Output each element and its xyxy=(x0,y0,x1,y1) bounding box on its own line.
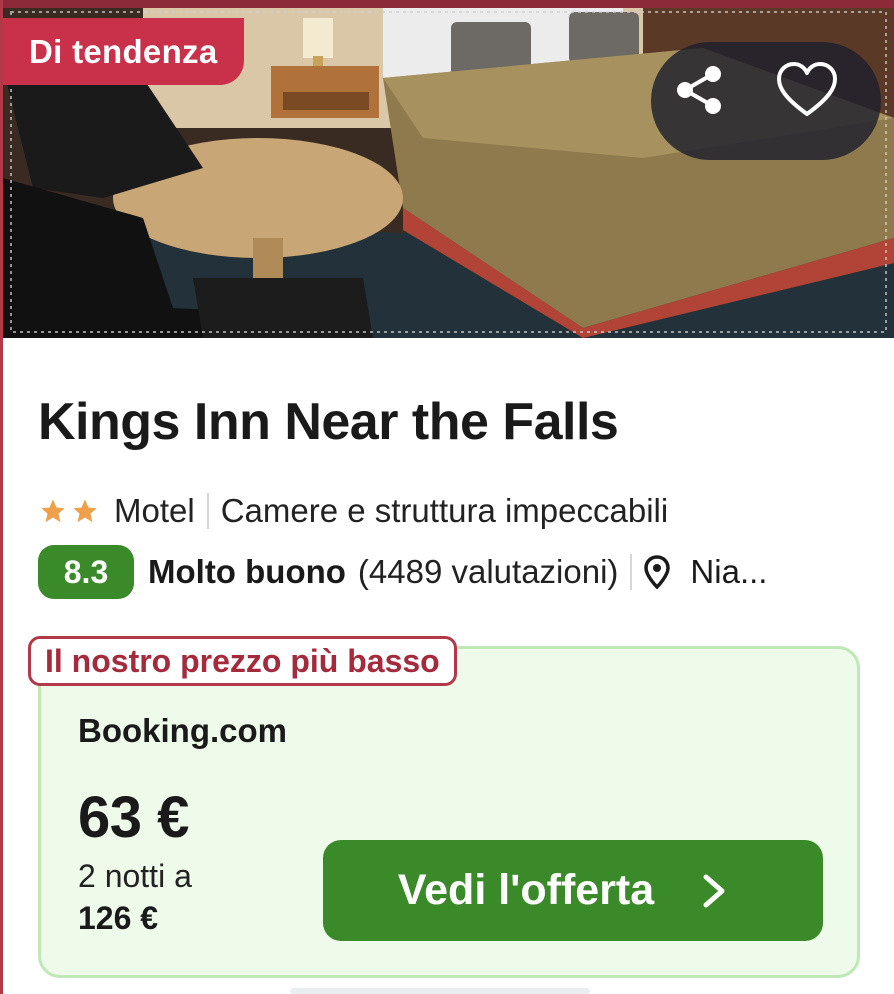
card-left-border xyxy=(0,0,3,994)
photo-actions xyxy=(651,42,881,160)
review-count[interactable]: (4489 valutazioni) xyxy=(358,553,619,591)
divider xyxy=(630,554,633,590)
location-text[interactable]: Nia... xyxy=(690,553,767,591)
chevron-right-icon xyxy=(703,874,725,907)
star-icon xyxy=(73,499,97,523)
hotel-photo[interactable]: Di tendenza xyxy=(3,8,894,338)
divider xyxy=(206,493,209,529)
lowest-price-badge: Il nostro prezzo più basso xyxy=(28,636,457,686)
favorite-button[interactable] xyxy=(775,60,859,144)
hotel-meta: Motel Camere e struttura impeccabili xyxy=(38,488,668,534)
heart-icon xyxy=(777,62,837,116)
share-button[interactable] xyxy=(669,60,753,144)
accommodation-type: Motel xyxy=(114,492,195,529)
view-deal-label: Vedi l'offerta xyxy=(397,866,655,914)
share-icon xyxy=(677,66,721,114)
trending-badge: Di tendenza xyxy=(3,18,244,85)
rating-label: Molto buono xyxy=(148,553,346,590)
review-score-badge: 8.3 xyxy=(38,545,134,599)
card-top-border xyxy=(0,0,894,8)
star-rating xyxy=(38,497,100,525)
rating-row: 8.3 Molto buono (4489 valutazioni) Nia..… xyxy=(38,544,858,600)
map-pin-icon xyxy=(644,555,671,589)
total-price: 126 € xyxy=(78,900,159,936)
nights-label: 2 notti a xyxy=(78,858,192,894)
nightly-price: 63 € xyxy=(78,785,189,850)
hotel-card[interactable]: Di tendenza Kings Inn Near the Falls Mot… xyxy=(0,0,894,994)
view-deal-button[interactable]: Vedi l'offerta xyxy=(323,840,823,941)
star-icon xyxy=(41,499,65,523)
provider-name: Booking.com xyxy=(78,712,288,749)
next-card-edge xyxy=(290,988,590,994)
hotel-name[interactable]: Kings Inn Near the Falls xyxy=(38,392,619,452)
highlight-text: Camere e struttura impeccabili xyxy=(220,492,669,529)
